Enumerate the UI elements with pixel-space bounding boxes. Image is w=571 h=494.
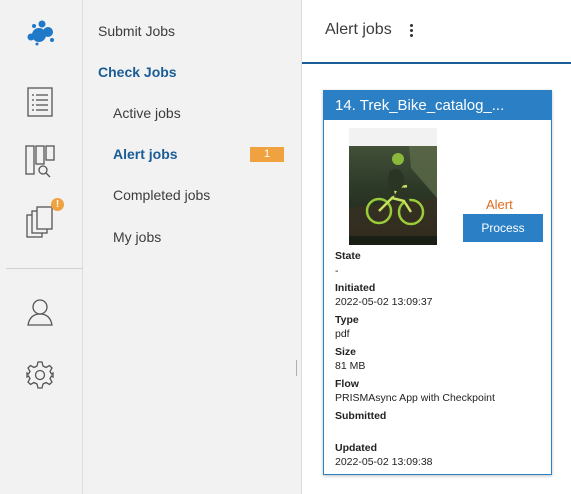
flow-value: PRISMAsync App with Checkpoint [335,392,495,404]
type-value: pdf [335,328,350,340]
job-thumbnail-image [349,128,437,245]
list-icon[interactable] [22,84,58,120]
process-button[interactable]: Process [463,214,543,242]
alert-count-badge: 1 [250,147,284,162]
jobs-navigation: Submit Jobs Check Jobs Active jobs Alert… [83,0,302,494]
page-title: Alert jobs [325,21,392,38]
type-label: Type [335,314,359,326]
logo-dots-icon[interactable] [22,14,58,50]
board-search-icon[interactable] [22,144,58,180]
job-card-title: 14. Trek_Bike_catalog_... [324,91,551,120]
nav-completed-jobs[interactable]: Completed jobs [113,187,210,203]
nav-check-jobs[interactable]: Check Jobs [98,64,177,80]
nav-alert-jobs[interactable]: Alert jobs [113,146,178,162]
submitted-label: Submitted [335,410,387,422]
gear-icon[interactable] [22,357,58,393]
user-icon[interactable] [22,294,58,330]
updated-value: 2022-05-02 13:09:38 [335,456,433,468]
title-underline [302,62,571,64]
icon-rail: ! [0,0,83,494]
nav-active-jobs[interactable]: Active jobs [113,105,181,121]
state-label: State [335,250,361,262]
flow-label: Flow [335,378,359,390]
alert-badge-icon: ! [51,198,64,211]
initiated-value: 2022-05-02 13:09:37 [335,296,433,308]
rail-divider [6,268,83,269]
more-options-icon[interactable] [408,22,416,38]
size-label: Size [335,346,357,358]
job-status-alert: Alert [486,197,513,212]
initiated-label: Initiated [335,282,376,294]
resize-handle[interactable] [296,360,297,376]
job-card[interactable]: 14. Trek_Bike_catalog_... Alert Process … [323,90,552,475]
nav-my-jobs[interactable]: My jobs [113,229,161,245]
size-value: 81 MB [335,360,366,372]
updated-label: Updated [335,442,377,454]
nav-submit-jobs[interactable]: Submit Jobs [98,23,175,39]
state-value: - [335,265,339,277]
